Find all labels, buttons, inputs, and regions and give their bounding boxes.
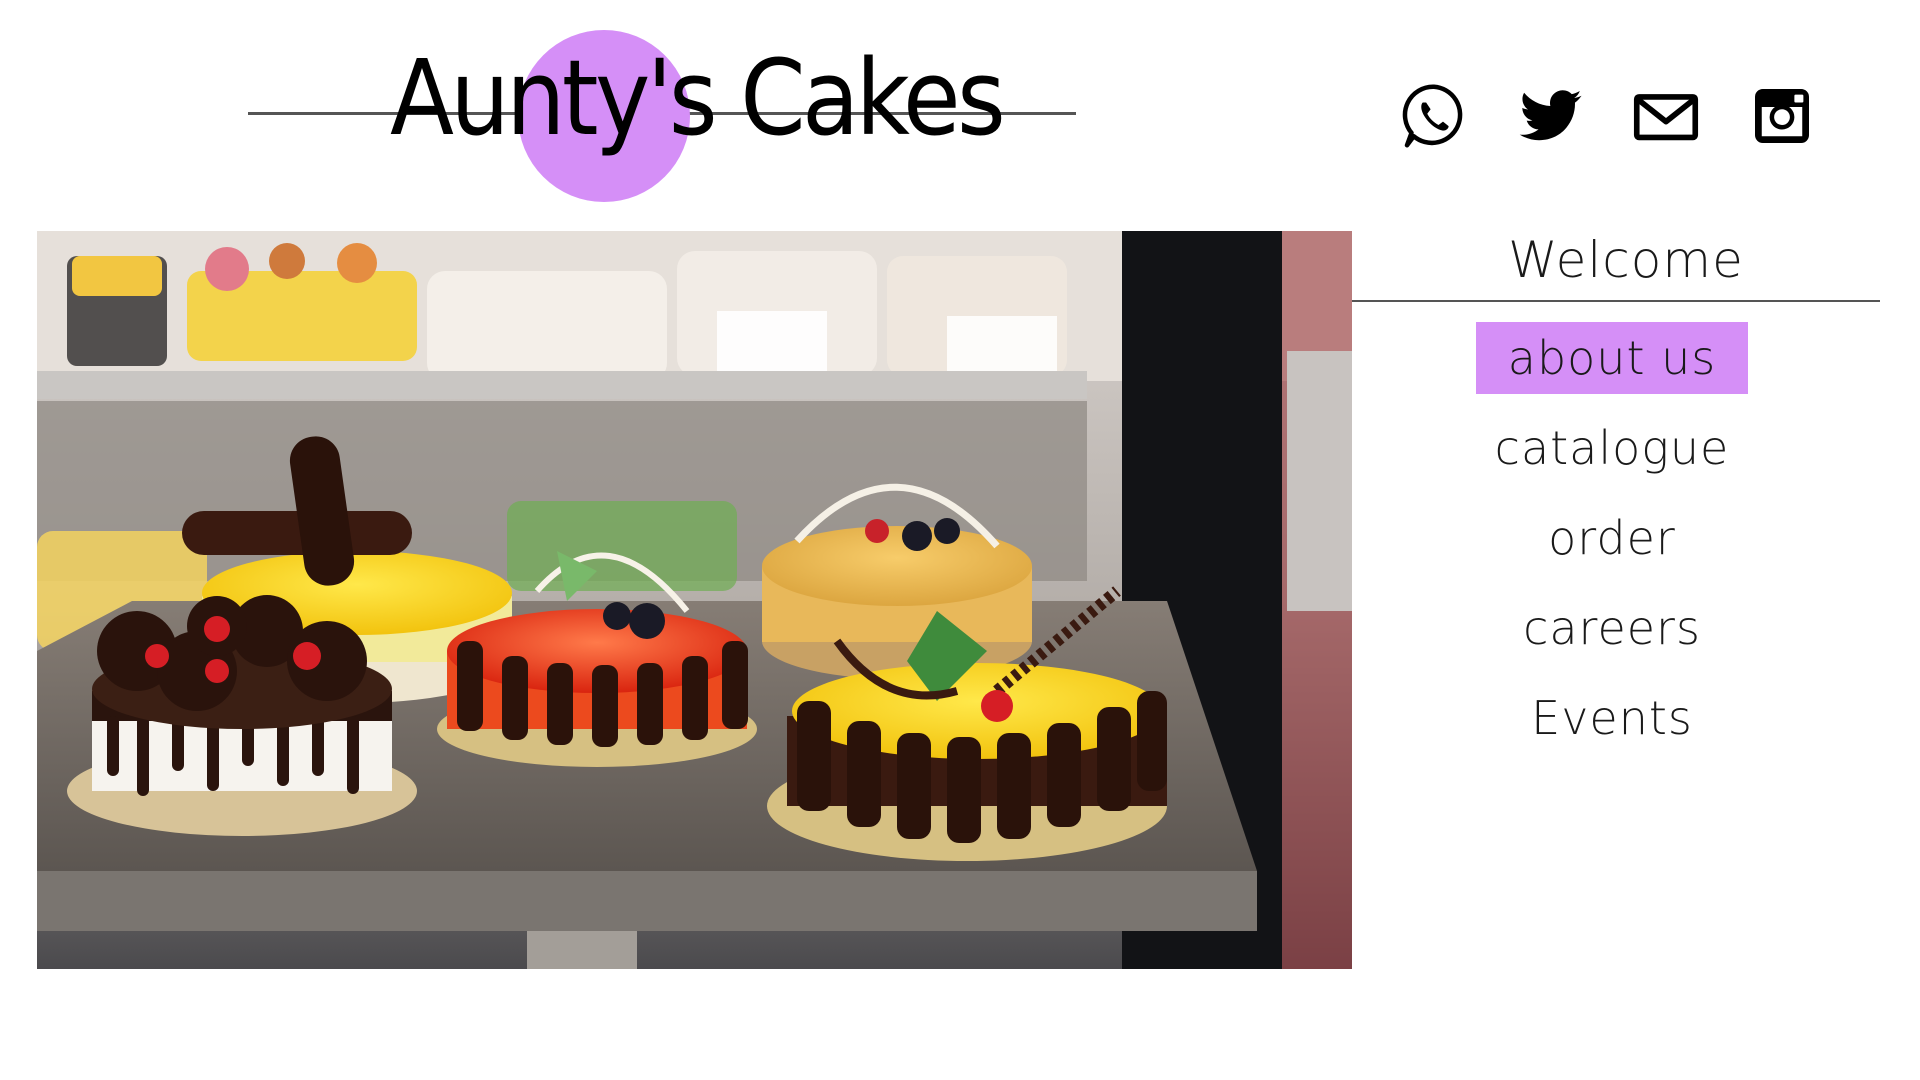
logo-text: Aunty's Cakes	[390, 37, 1006, 159]
nav-item-events[interactable]: Events	[1476, 682, 1748, 754]
social-links	[1398, 80, 1818, 152]
hero-image	[37, 231, 1352, 969]
nav-list: about us catalogue order careers Events	[1352, 322, 1880, 754]
nav-item-order[interactable]: order	[1476, 502, 1748, 574]
whatsapp-icon[interactable]	[1398, 80, 1470, 152]
main-nav: Welcome about us catalogue order careers…	[1352, 220, 1880, 772]
nav-title-welcome[interactable]: Welcome	[1352, 220, 1880, 300]
instagram-icon[interactable]	[1746, 80, 1818, 152]
site-logo[interactable]: Aunty's Cakes	[248, 22, 1076, 212]
page: Aunty's Cakes Welcome about us catalogue…	[0, 0, 1920, 1080]
nav-item-about-us[interactable]: about us	[1476, 322, 1748, 394]
mail-icon[interactable]	[1630, 80, 1702, 152]
twitter-icon[interactable]	[1514, 80, 1586, 152]
nav-item-careers[interactable]: careers	[1476, 592, 1748, 664]
nav-item-catalogue[interactable]: catalogue	[1476, 412, 1748, 484]
nav-divider	[1352, 300, 1880, 302]
